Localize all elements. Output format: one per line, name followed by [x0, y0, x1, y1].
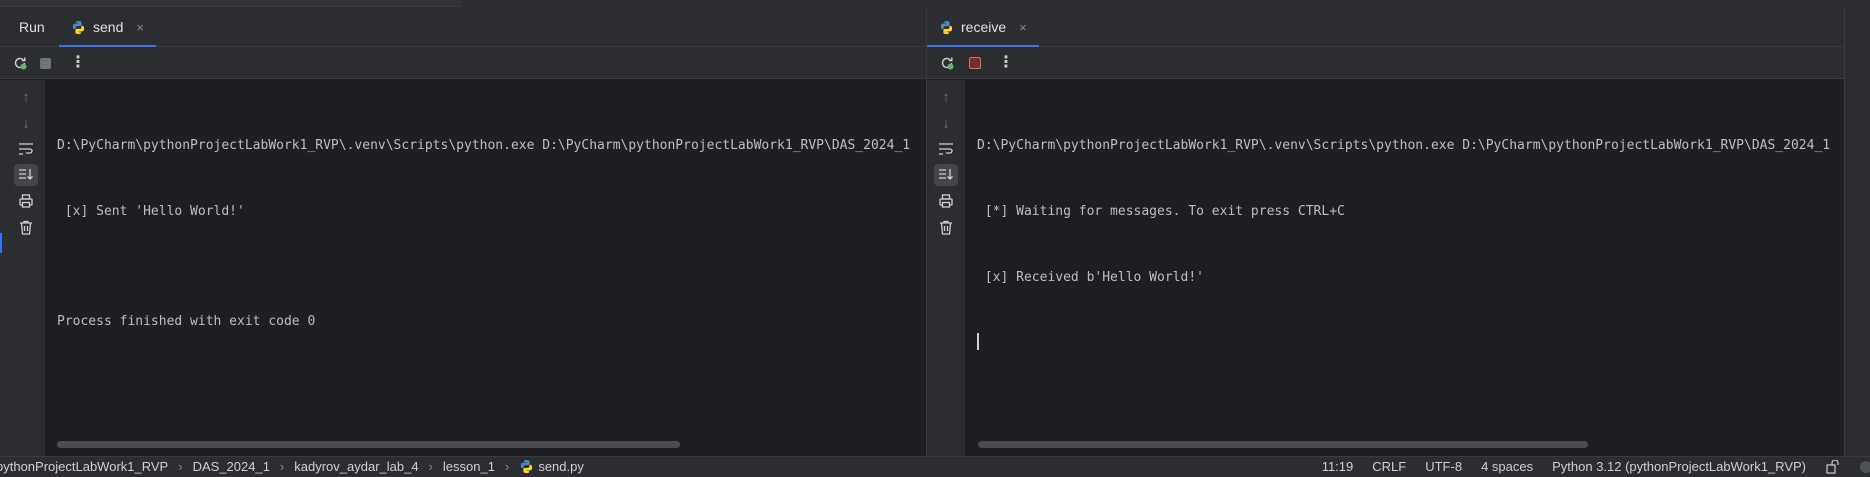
console-gutter: ↑ ↓	[7, 80, 45, 456]
breadcrumb: pythonProjectLabWork1_RVP › DAS_2024_1 ›…	[0, 459, 584, 474]
editor-tab-strip	[0, 0, 462, 7]
line-separator[interactable]: CRLF	[1372, 459, 1406, 474]
print-icon[interactable]	[14, 190, 38, 212]
arrow-down-icon[interactable]: ↓	[14, 112, 38, 134]
python-interpreter[interactable]: Python 3.12 (pythonProjectLabWork1_RVP)	[1552, 459, 1806, 474]
console-input-line[interactable]	[977, 333, 1844, 355]
chevron-right-icon: ›	[178, 459, 183, 474]
trash-icon[interactable]	[14, 216, 38, 238]
console-line: [x] Sent 'Hello World!'	[57, 204, 245, 219]
tab-send-label: send	[93, 19, 124, 35]
more-vertical-icon[interactable]: ⋮	[996, 53, 1016, 73]
run-tab-bar: Run send ×	[0, 7, 926, 48]
scroll-to-end-icon[interactable]	[14, 164, 38, 186]
caret-position[interactable]: 11:19	[1322, 459, 1354, 474]
breadcrumb-item[interactable]: pythonProjectLabWork1_RVP	[0, 459, 168, 474]
text-caret	[977, 333, 979, 350]
status-bar: pythonProjectLabWork1_RVP › DAS_2024_1 ›…	[0, 456, 1870, 477]
arrow-up-icon[interactable]: ↑	[934, 86, 958, 108]
horizontal-scrollbar[interactable]	[978, 441, 1588, 448]
chevron-right-icon: ›	[428, 459, 433, 474]
right-tool-stripe	[1844, 7, 1870, 456]
python-file-icon	[521, 459, 533, 474]
trash-icon[interactable]	[934, 216, 958, 238]
file-encoding[interactable]: UTF-8	[1425, 459, 1462, 474]
console-line: [x] Received b'Hello World!'	[977, 270, 1204, 285]
run-toolbar: ⋮	[0, 47, 926, 79]
breadcrumb-item[interactable]: kadyrov_aydar_lab_4	[294, 459, 418, 474]
stop-icon[interactable]	[35, 53, 55, 73]
breadcrumb-file-label: send.py	[538, 459, 584, 474]
console-line: Process finished with exit code 0	[57, 314, 316, 329]
console-output[interactable]: D:\PyCharm\pythonProjectLabWork1_RVP\.ve…	[977, 91, 1844, 399]
horizontal-scrollbar[interactable]	[57, 441, 680, 448]
soft-wrap-icon[interactable]	[934, 138, 958, 160]
chevron-right-icon: ›	[504, 459, 510, 474]
stripe-active-marker	[0, 233, 2, 253]
tool-window-stripe	[0, 80, 7, 456]
breadcrumb-item[interactable]: lesson_1	[443, 459, 495, 474]
rerun-icon[interactable]	[937, 53, 957, 73]
console-line: [*] Waiting for messages. To exit press …	[977, 204, 1345, 219]
run-toolbar: ⋮	[927, 47, 1844, 79]
arrow-up-icon[interactable]: ↑	[14, 86, 38, 108]
run-pane-receive: receive × ⋮ ↑ ↓ D:\PyCharm\pythonProject…	[927, 7, 1844, 456]
scroll-to-end-icon[interactable]	[934, 164, 958, 186]
stop-icon[interactable]	[965, 53, 985, 73]
soft-wrap-icon[interactable]	[14, 138, 38, 160]
memory-indicator-icon[interactable]	[1860, 460, 1870, 473]
python-file-icon	[72, 20, 85, 34]
run-tab-bar: receive ×	[927, 7, 1844, 48]
indent-setting[interactable]: 4 spaces	[1481, 459, 1533, 474]
chevron-right-icon: ›	[279, 459, 285, 474]
run-pane-send: Run send × ⋮ ↑ ↓ D:\PyCharm\pythonProjec…	[0, 7, 926, 456]
status-widgets: 11:19 CRLF UTF-8 4 spaces Python 3.12 (p…	[1322, 459, 1870, 474]
print-icon[interactable]	[934, 190, 958, 212]
close-icon[interactable]: ×	[136, 20, 144, 35]
top-strip	[0, 0, 1870, 7]
breadcrumb-item[interactable]: DAS_2024_1	[193, 459, 270, 474]
console-line: D:\PyCharm\pythonProjectLabWork1_RVP\.ve…	[977, 138, 1831, 153]
tab-receive-label: receive	[961, 19, 1007, 35]
tab-receive[interactable]: receive ×	[927, 7, 1039, 48]
read-only-lock-icon[interactable]	[1825, 459, 1841, 474]
tab-send[interactable]: send ×	[59, 7, 156, 48]
arrow-down-icon[interactable]: ↓	[934, 112, 958, 134]
run-tool-window-title: Run	[19, 19, 45, 35]
console-output[interactable]: D:\PyCharm\pythonProjectLabWork1_RVP\.ve…	[57, 91, 926, 377]
console-line: D:\PyCharm\pythonProjectLabWork1_RVP\.ve…	[57, 138, 911, 153]
console-gutter: ↑ ↓	[927, 80, 965, 456]
rerun-icon[interactable]	[10, 53, 30, 73]
python-file-icon	[940, 20, 953, 34]
close-icon[interactable]: ×	[1019, 20, 1027, 35]
more-vertical-icon[interactable]: ⋮	[68, 53, 88, 73]
breadcrumb-item-file[interactable]: send.py	[519, 459, 584, 474]
